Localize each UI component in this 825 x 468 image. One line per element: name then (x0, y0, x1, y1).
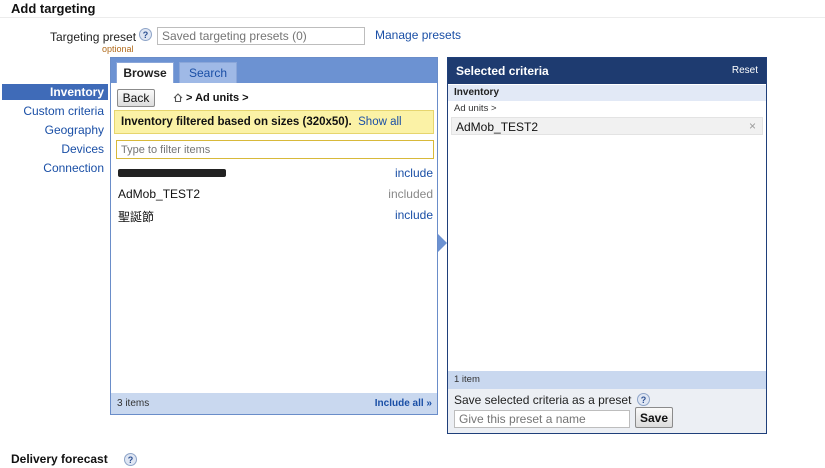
selected-criteria-title: Selected criteria (456, 64, 549, 78)
browse-footer: 3 items Include all » (111, 393, 437, 414)
redacted-name (118, 166, 226, 180)
include-all-link[interactable]: Include all » (375, 398, 432, 409)
include-link[interactable]: include (395, 166, 433, 180)
criteria-subpath: Ad units > (454, 103, 497, 114)
help-icon[interactable]: ? (139, 28, 152, 41)
show-all-link[interactable]: Show all (358, 116, 401, 128)
list-item: 聖誕節 include (118, 208, 433, 226)
save-preset-area: Save selected criteria as a preset ? Sav… (448, 389, 766, 433)
help-icon[interactable]: ? (124, 453, 137, 466)
sidebar-item-custom-criteria[interactable]: Custom criteria (23, 104, 104, 118)
targeting-preset-input[interactable] (157, 27, 365, 45)
filter-input[interactable] (116, 140, 434, 159)
item-name: 聖誕節 (118, 210, 155, 224)
selected-count: 1 item (448, 371, 766, 389)
breadcrumb: > Ad units > (173, 92, 249, 105)
tab-browse[interactable]: Browse (116, 62, 174, 83)
divider (0, 17, 825, 18)
sidebar-item-geography[interactable]: Geography (45, 123, 104, 137)
home-icon[interactable] (173, 93, 183, 105)
criteria-category: Inventory (448, 85, 766, 101)
selected-item: AdMob_TEST2 × (451, 117, 763, 135)
arrow-right-icon (438, 234, 447, 252)
sidebar-item-label: Inventory (49, 85, 104, 99)
sidebar-item-connection[interactable]: Connection (43, 161, 104, 175)
breadcrumb-bar: Back > Ad units > (111, 83, 437, 109)
preset-name-input[interactable] (454, 410, 630, 428)
optional-hint: optional (102, 44, 134, 54)
back-button[interactable]: Back (117, 89, 155, 107)
save-preset-label: Save selected criteria as a preset (454, 393, 632, 407)
included-status: included (388, 187, 433, 201)
reset-link[interactable]: Reset (732, 65, 758, 76)
tab-search[interactable]: Search (179, 62, 237, 83)
sidebar-item-devices[interactable]: Devices (61, 142, 104, 156)
browse-panel: Browse Search Back > Ad units > Inventor… (110, 57, 438, 415)
selected-criteria-panel: Selected criteria Reset Inventory Ad uni… (447, 57, 767, 434)
tab-bar: Browse Search (111, 58, 437, 83)
filter-notice-text: Inventory filtered based on sizes (320x5… (121, 116, 352, 128)
breadcrumb-path: > Ad units > (186, 92, 249, 104)
remove-icon[interactable]: × (749, 119, 756, 133)
manage-presets-link[interactable]: Manage presets (375, 28, 461, 42)
save-button[interactable]: Save (635, 407, 673, 428)
selected-item-label: AdMob_TEST2 (456, 120, 539, 134)
filter-notice: Inventory filtered based on sizes (320x5… (114, 110, 434, 134)
sidebar-item-inventory[interactable]: Inventory (2, 84, 108, 100)
list-item: include (118, 166, 433, 184)
page-title: Add targeting (11, 1, 96, 16)
selected-criteria-header: Selected criteria Reset (448, 58, 766, 84)
targeting-preset-label: Targeting preset (50, 30, 137, 44)
item-count: 3 items (117, 398, 150, 409)
delivery-forecast-heading: Delivery forecast (11, 452, 108, 466)
help-icon[interactable]: ? (637, 393, 650, 406)
item-name: AdMob_TEST2 (118, 187, 201, 201)
include-link[interactable]: include (395, 208, 433, 222)
list-item: AdMob_TEST2 included (118, 187, 433, 205)
